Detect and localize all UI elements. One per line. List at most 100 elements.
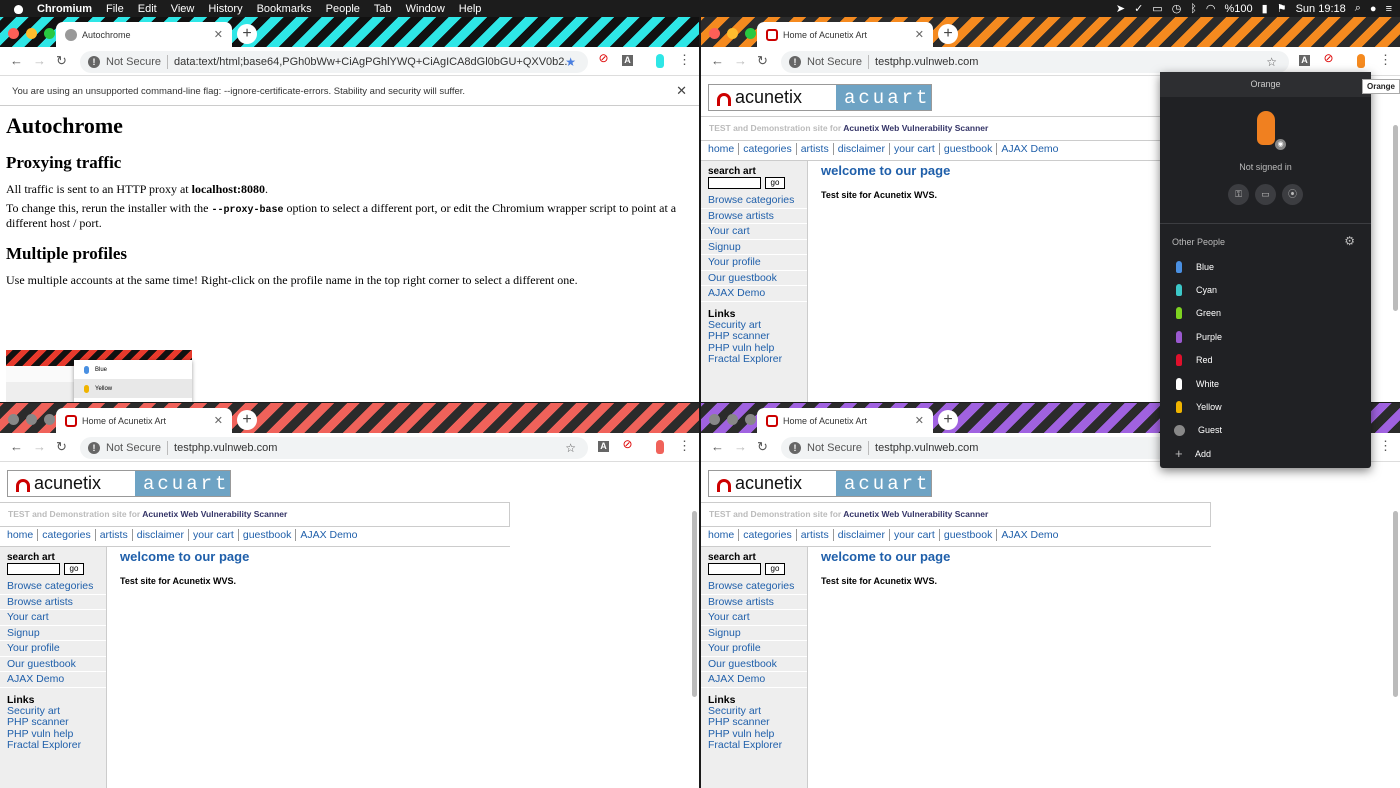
- location-icon[interactable]: ➤: [1116, 2, 1125, 15]
- list-icon[interactable]: ≡: [1386, 3, 1392, 15]
- sidebar-item-your-profile[interactable]: Your profile: [701, 255, 807, 271]
- person-red[interactable]: Red: [1160, 349, 1371, 372]
- close-icon[interactable]: ✕: [915, 414, 924, 427]
- sidebar-item-browse-categories[interactable]: Browse categories: [701, 193, 807, 209]
- subtitle-link[interactable]: Acunetix Web Vulnerability Scanner: [843, 509, 988, 519]
- nav-ajax-demo[interactable]: AJAX Demo: [300, 529, 361, 541]
- scrollbar[interactable]: [1393, 125, 1398, 311]
- minimize-window-button[interactable]: [26, 28, 37, 39]
- menu-view[interactable]: View: [164, 3, 202, 15]
- star-icon[interactable]: ☆: [565, 441, 576, 455]
- noscript-icon[interactable]: ⊘: [1323, 52, 1334, 64]
- display-icon[interactable]: ▭: [1152, 2, 1162, 15]
- sidebar-item-our-guestbook[interactable]: Our guestbook: [0, 657, 106, 672]
- tab-acunetix[interactable]: Home of Acunetix Art ✕: [757, 408, 933, 434]
- person-purple[interactable]: Purple: [1160, 325, 1371, 348]
- menu-window[interactable]: Window: [399, 3, 452, 15]
- nav-categories[interactable]: categories: [743, 529, 797, 541]
- extension-a-icon[interactable]: A: [598, 441, 609, 452]
- sidebar-item-signup[interactable]: Signup: [701, 626, 807, 641]
- minimize-window-button[interactable]: [727, 28, 738, 39]
- guest-item[interactable]: Guest: [1160, 419, 1371, 442]
- profile-avatar-icon[interactable]: [656, 54, 664, 68]
- noscript-icon[interactable]: ⊘: [598, 52, 609, 64]
- menu-history[interactable]: History: [201, 3, 249, 15]
- sidebar-item-ajax-demo[interactable]: AJAX Demo: [701, 286, 807, 302]
- nav-categories[interactable]: categories: [743, 143, 797, 155]
- tab-acunetix[interactable]: Home of Acunetix Art ✕: [757, 22, 933, 48]
- nav-artists[interactable]: artists: [800, 143, 834, 155]
- search-input[interactable]: [708, 563, 761, 575]
- close-window-button[interactable]: [709, 28, 720, 39]
- back-icon[interactable]: ←: [711, 439, 724, 454]
- person-yellow[interactable]: Yellow: [1160, 395, 1371, 418]
- zoom-window-button[interactable]: [44, 414, 55, 425]
- link-php-scanner[interactable]: PHP scanner: [701, 330, 807, 343]
- bluetooth-icon[interactable]: ᛒ: [1190, 3, 1197, 15]
- clock-label[interactable]: Sun 19:18: [1296, 3, 1346, 15]
- menu-kebab-icon[interactable]: ⋮: [678, 438, 691, 454]
- close-icon[interactable]: ✕: [214, 28, 223, 41]
- scrollbar[interactable]: [692, 511, 697, 697]
- person-cyan[interactable]: Cyan: [1160, 278, 1371, 301]
- nav-your-cart[interactable]: your cart: [894, 143, 940, 155]
- nav-artists[interactable]: artists: [99, 529, 133, 541]
- zoom-window-button[interactable]: [745, 414, 756, 425]
- tab-acunetix[interactable]: Home of Acunetix Art ✕: [56, 408, 232, 434]
- add-person-item[interactable]: + Add: [1160, 442, 1371, 465]
- minimize-window-button[interactable]: [26, 414, 37, 425]
- person-blue[interactable]: Blue: [1160, 255, 1371, 278]
- zoom-window-button[interactable]: [44, 28, 55, 39]
- titlebar[interactable]: Home of Acunetix Art ✕ +: [0, 403, 699, 434]
- nav-guestbook[interactable]: guestbook: [242, 529, 297, 541]
- key-icon[interactable]: ⚿: [1228, 184, 1249, 205]
- search-input[interactable]: [7, 563, 60, 575]
- acunetix-logo[interactable]: acunetix acuart: [7, 470, 231, 497]
- battery-icon[interactable]: ▮: [1262, 2, 1268, 15]
- link-fractal-explorer[interactable]: Fractal Explorer: [0, 739, 106, 752]
- sidebar-item-your-cart[interactable]: Your cart: [701, 224, 807, 240]
- back-icon[interactable]: ←: [711, 53, 724, 68]
- new-tab-button[interactable]: +: [938, 24, 958, 44]
- forward-icon[interactable]: →: [33, 53, 46, 68]
- menu-file[interactable]: File: [99, 3, 131, 15]
- close-icon[interactable]: ✕: [676, 83, 687, 99]
- subtitle-link[interactable]: Acunetix Web Vulnerability Scanner: [843, 123, 988, 133]
- gear-icon[interactable]: ⚙: [1344, 234, 1355, 248]
- subtitle-link[interactable]: Acunetix Web Vulnerability Scanner: [142, 509, 287, 519]
- noscript-icon[interactable]: ⊘: [622, 438, 633, 450]
- nav-categories[interactable]: categories: [42, 529, 96, 541]
- go-button[interactable]: go: [765, 563, 785, 575]
- sidebar-item-signup[interactable]: Signup: [0, 626, 106, 641]
- nav-ajax-demo[interactable]: AJAX Demo: [1001, 529, 1062, 541]
- go-button[interactable]: go: [765, 177, 785, 189]
- close-window-button[interactable]: [8, 28, 19, 39]
- reload-icon[interactable]: ↻: [56, 53, 67, 69]
- nav-your-cart[interactable]: your cart: [193, 529, 239, 541]
- person-green[interactable]: Green: [1160, 302, 1371, 325]
- close-window-button[interactable]: [709, 414, 720, 425]
- sidebar-item-ajax-demo[interactable]: AJAX Demo: [0, 672, 106, 688]
- clock-icon[interactable]: ◷: [1172, 2, 1182, 15]
- reload-icon[interactable]: ↻: [56, 439, 67, 455]
- nav-artists[interactable]: artists: [800, 529, 834, 541]
- sidebar-item-browse-categories[interactable]: Browse categories: [0, 579, 106, 595]
- star-icon[interactable]: ★: [565, 55, 576, 69]
- menu-help[interactable]: Help: [452, 3, 489, 15]
- sidebar-item-browse-artists[interactable]: Browse artists: [701, 209, 807, 224]
- scrollbar[interactable]: [1393, 511, 1398, 697]
- menu-kebab-icon[interactable]: ⋮: [678, 52, 691, 68]
- new-tab-button[interactable]: +: [237, 24, 257, 44]
- wifi-icon[interactable]: ◠: [1206, 2, 1216, 15]
- back-icon[interactable]: ←: [10, 439, 23, 454]
- nav-ajax-demo[interactable]: AJAX Demo: [1001, 143, 1062, 155]
- new-tab-button[interactable]: +: [938, 410, 958, 430]
- menu-kebab-icon[interactable]: ⋮: [1379, 438, 1392, 454]
- close-icon[interactable]: ✕: [214, 414, 223, 427]
- nav-disclaimer[interactable]: disclaimer: [136, 529, 189, 541]
- nav-disclaimer[interactable]: disclaimer: [837, 529, 890, 541]
- forward-icon[interactable]: →: [33, 439, 46, 454]
- sidebar-item-your-profile[interactable]: Your profile: [701, 641, 807, 657]
- menu-edit[interactable]: Edit: [131, 3, 164, 15]
- address-bar[interactable]: ! Not Secure data:text/html;base64,PGh0b…: [80, 51, 588, 73]
